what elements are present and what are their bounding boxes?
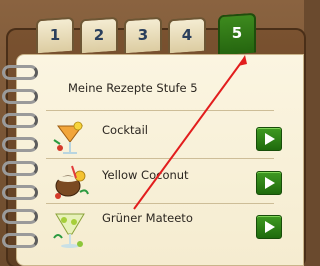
recipe-book-window: 1 2 3 4 5 Meine Rezepte Stufe 5 Cocktail — [0, 0, 306, 266]
annotation-arrow-icon — [133, 55, 247, 210]
